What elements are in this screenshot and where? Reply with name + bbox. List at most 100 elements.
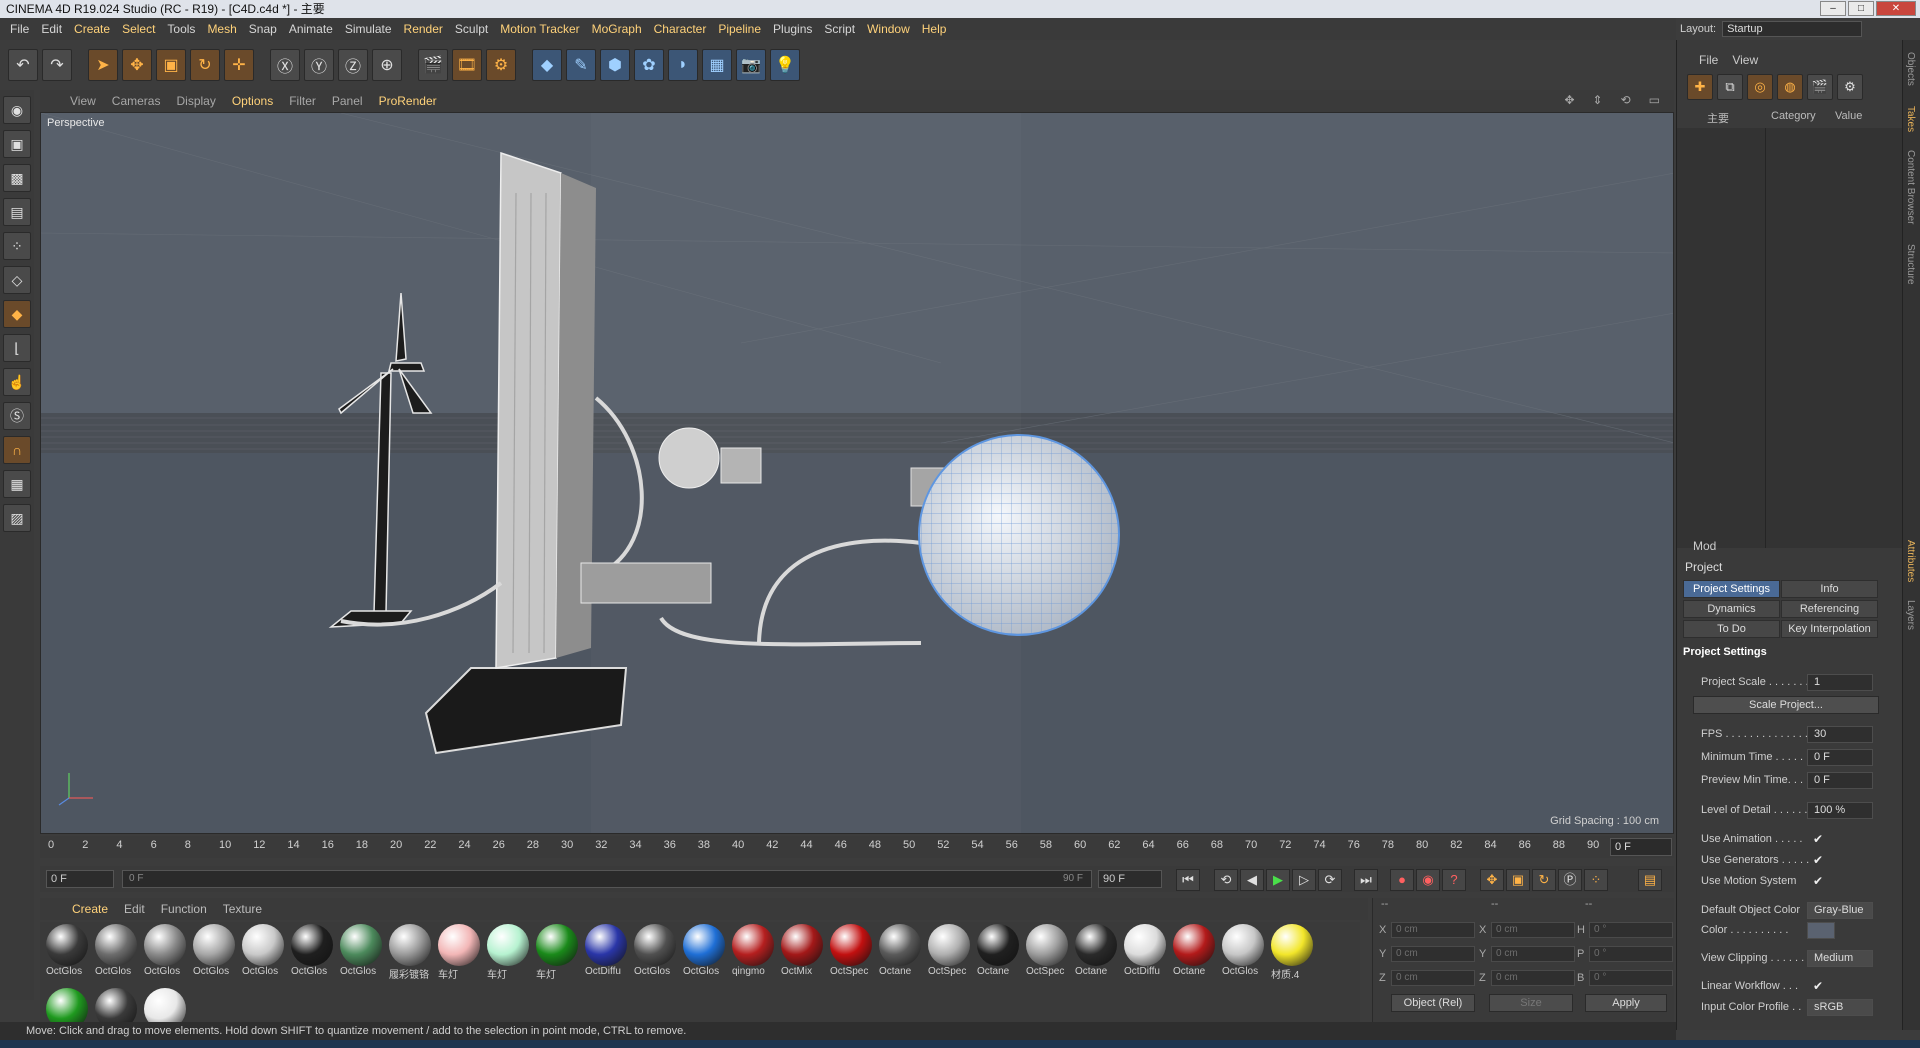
material-item[interactable]: OctGlos — [1220, 924, 1266, 977]
material-item[interactable]: OctDiffu — [583, 924, 629, 977]
menu-window[interactable]: Window — [861, 22, 916, 36]
material-item[interactable]: 履彩镀铬 — [387, 924, 433, 981]
record-icon[interactable]: ● — [1390, 869, 1414, 891]
size-z-field[interactable]: 0 cm — [1491, 970, 1575, 986]
linear-workflow-checkbox[interactable]: ✔ — [1813, 979, 1823, 993]
points-mode-icon[interactable]: ⁘ — [3, 232, 31, 260]
play-icon[interactable]: ▶ — [1266, 869, 1290, 891]
material-menu-function[interactable]: Function — [153, 902, 215, 916]
material-item[interactable]: OctSpec — [1024, 924, 1070, 977]
menu-plugins[interactable]: Plugins — [767, 22, 818, 36]
tab-dynamics[interactable]: Dynamics — [1683, 600, 1780, 618]
size-mode-dropdown[interactable]: Size — [1489, 994, 1573, 1012]
rotate-tool-icon[interactable]: ↻ — [190, 49, 220, 81]
next-frame-icon[interactable]: ▷ — [1292, 869, 1316, 891]
menu-render[interactable]: Render — [398, 22, 449, 36]
menu-mesh[interactable]: Mesh — [201, 22, 242, 36]
previous-frame-icon[interactable]: ◀ — [1240, 869, 1264, 891]
default-object-color-dropdown[interactable]: Gray-Blue — [1807, 902, 1873, 919]
floor-icon[interactable]: ▦ — [702, 49, 732, 81]
key-parameter-icon[interactable]: Ⓟ — [1558, 869, 1582, 891]
use-generators-checkbox[interactable]: ✔ — [1813, 853, 1823, 867]
material-item[interactable]: Octane — [877, 924, 923, 977]
material-item[interactable]: 车灯 — [534, 924, 580, 981]
rotation-b-field[interactable]: 0 ° — [1589, 970, 1673, 986]
texture-mode-icon[interactable]: ▩ — [3, 164, 31, 192]
key-pla-icon[interactable]: ⁘ — [1584, 869, 1608, 891]
pan-icon[interactable]: ✥ — [1558, 93, 1580, 107]
take-record-icon[interactable]: ◍ — [1777, 74, 1803, 100]
menu-character[interactable]: Character — [648, 22, 713, 36]
menu-motion-tracker[interactable]: Motion Tracker — [494, 22, 585, 36]
menu-select[interactable]: Select — [116, 22, 161, 36]
take-override-icon[interactable]: ◎ — [1747, 74, 1773, 100]
keyframe-selection-icon[interactable]: ? — [1442, 869, 1466, 891]
fps-field[interactable]: 30 — [1807, 726, 1873, 743]
material-item[interactable]: OctGlos — [632, 924, 678, 977]
take-add-icon[interactable]: ✚ — [1687, 74, 1713, 100]
render-picture-viewer-icon[interactable]: 🎞 — [452, 49, 482, 81]
material-menu-edit[interactable]: Edit — [116, 902, 153, 916]
material-item[interactable]: OctGlos — [681, 924, 727, 977]
make-editable-icon[interactable]: ◉ — [3, 96, 31, 124]
material-item[interactable]: Octane — [1171, 924, 1217, 977]
material-item[interactable]: OctMix — [779, 924, 825, 977]
close-button[interactable]: ✕ — [1876, 1, 1916, 16]
viewport-menu-view[interactable]: View — [64, 94, 102, 108]
rotation-p-field[interactable]: 0 ° — [1589, 946, 1673, 962]
menu-tools[interactable]: Tools — [161, 22, 201, 36]
workplane-icon[interactable]: ▤ — [3, 198, 31, 226]
side-tab-takes[interactable]: Takes — [1905, 106, 1916, 132]
material-item[interactable]: 材质.4 — [1269, 924, 1315, 981]
menu-snap[interactable]: Snap — [243, 22, 283, 36]
scale-tool-icon[interactable]: ▣ — [156, 49, 186, 81]
material-item[interactable]: OctGlos — [338, 924, 384, 977]
material-item[interactable]: Octane — [975, 924, 1021, 977]
menu-sculpt[interactable]: Sculpt — [449, 22, 494, 36]
snapping-icon[interactable]: Ⓢ — [3, 402, 31, 430]
view-clipping-dropdown[interactable]: Medium — [1807, 950, 1873, 967]
viewport-menu-options[interactable]: Options — [226, 94, 279, 108]
tab-referencing[interactable]: Referencing — [1781, 600, 1878, 618]
menu-simulate[interactable]: Simulate — [339, 22, 398, 36]
material-item[interactable]: OctSpec — [926, 924, 972, 977]
viewport-menu-prorender[interactable]: ProRender — [373, 94, 443, 108]
world-coordinate-icon[interactable]: ⊕ — [372, 49, 402, 81]
size-x-field[interactable]: 0 cm — [1491, 922, 1575, 938]
object-list[interactable] — [1677, 128, 1903, 548]
cube-primitive-icon[interactable]: ◆ — [532, 49, 562, 81]
size-y-field[interactable]: 0 cm — [1491, 946, 1575, 962]
deformer-icon[interactable]: ◗ — [668, 49, 698, 81]
material-item[interactable]: OctDiffu — [1122, 924, 1168, 977]
material-item[interactable]: OctGlos — [44, 924, 90, 977]
use-animation-checkbox[interactable]: ✔ — [1813, 832, 1823, 846]
planar-workplane-icon[interactable]: ▨ — [3, 504, 31, 532]
3d-viewport[interactable]: Perspective Grid Spacing : 100 cm — [40, 112, 1674, 834]
menu-create[interactable]: Create — [68, 22, 116, 36]
maximize-view-icon[interactable]: ▭ — [1643, 93, 1666, 107]
level-of-detail-field[interactable]: 100 % — [1807, 802, 1873, 819]
menu-edit[interactable]: Edit — [35, 22, 68, 36]
material-item[interactable]: 车灯 — [485, 924, 531, 981]
maximize-button[interactable]: □ — [1848, 1, 1874, 16]
timeline-window-icon[interactable]: ▤ — [1638, 869, 1662, 891]
subdivision-surface-icon[interactable]: ⬢ — [600, 49, 630, 81]
redo-icon[interactable]: ↷ — [42, 49, 72, 81]
scale-project-button[interactable]: Scale Project... — [1693, 696, 1879, 714]
start-frame-field[interactable]: 0 F — [46, 870, 114, 888]
key-rotation-icon[interactable]: ↻ — [1532, 869, 1556, 891]
side-tab-attributes[interactable]: Attributes — [1905, 540, 1916, 582]
viewport-menu-filter[interactable]: Filter — [283, 94, 322, 108]
preview-min-time-field[interactable]: 0 F — [1807, 772, 1873, 789]
rotation-h-field[interactable]: 0 ° — [1589, 922, 1673, 938]
tab-project-settings[interactable]: Project Settings — [1683, 580, 1780, 598]
position-x-field[interactable]: 0 cm — [1391, 922, 1475, 938]
side-tab-structure[interactable]: Structure — [1905, 244, 1916, 285]
menu-script[interactable]: Script — [818, 22, 861, 36]
render-view-icon[interactable]: 🎬 — [418, 49, 448, 81]
take-settings-icon[interactable]: ⚙ — [1837, 74, 1863, 100]
input-color-profile-dropdown[interactable]: sRGB — [1807, 999, 1873, 1016]
end-frame-field[interactable]: 90 F — [1098, 870, 1162, 888]
undo-icon[interactable]: ↶ — [8, 49, 38, 81]
next-key-icon[interactable]: ⟳ — [1318, 869, 1342, 891]
